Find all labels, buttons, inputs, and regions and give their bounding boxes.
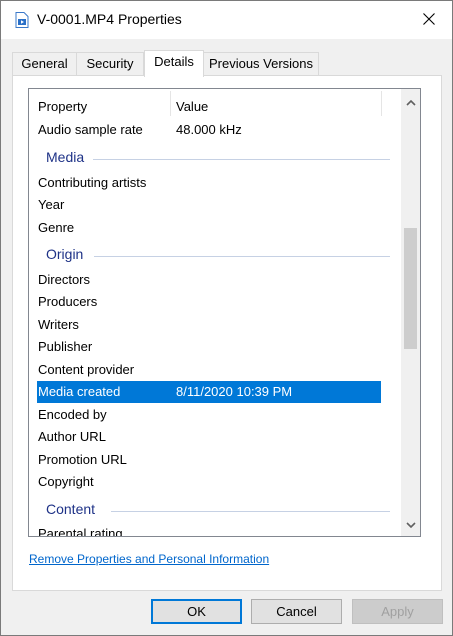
list-item[interactable]: Content provider bbox=[29, 359, 402, 381]
tab-previous-versions-label: Previous Versions bbox=[208, 56, 314, 71]
property-name: Directors bbox=[38, 272, 91, 287]
apply-button[interactable]: Apply bbox=[352, 599, 443, 624]
list-item[interactable]: Directors bbox=[29, 269, 402, 291]
chevron-down-icon bbox=[405, 516, 416, 531]
property-name: Author URL bbox=[38, 429, 106, 444]
group-header-origin[interactable]: Origin bbox=[29, 244, 402, 266]
property-name: Content provider bbox=[38, 362, 135, 377]
property-name: Contributing artists bbox=[38, 175, 147, 190]
property-name: Audio sample rate bbox=[38, 122, 143, 137]
window-title: V-0001.MP4 Properties bbox=[37, 11, 182, 27]
tab-details-label: Details bbox=[154, 54, 194, 69]
property-name: Parental rating bbox=[38, 526, 123, 536]
list-item[interactable]: Contributing artists bbox=[29, 172, 402, 194]
list-item[interactable]: Producers bbox=[29, 291, 402, 313]
group-divider bbox=[93, 159, 390, 160]
group-label: Origin bbox=[46, 246, 84, 262]
property-list-content: Property Value Audio sample rate 48.000 … bbox=[29, 89, 402, 536]
column-divider[interactable] bbox=[170, 91, 171, 116]
title-bar: V-0001.MP4 Properties bbox=[1, 1, 452, 39]
list-item[interactable]: Copyright bbox=[29, 471, 402, 493]
property-name: Genre bbox=[38, 220, 75, 235]
tab-details[interactable]: Details bbox=[144, 50, 204, 77]
group-header-content[interactable]: Content bbox=[29, 499, 402, 521]
tab-general[interactable]: General bbox=[12, 52, 77, 76]
group-divider bbox=[94, 256, 390, 257]
group-divider bbox=[111, 511, 390, 512]
properties-window: V-0001.MP4 Properties General Security D… bbox=[0, 0, 453, 636]
property-name: Year bbox=[38, 197, 65, 212]
tab-security[interactable]: Security bbox=[76, 52, 144, 76]
property-name: Copyright bbox=[38, 474, 94, 489]
ok-button[interactable]: OK bbox=[151, 599, 242, 624]
list-item[interactable]: Promotion URL bbox=[29, 449, 402, 471]
tab-previous-versions[interactable]: Previous Versions bbox=[203, 52, 319, 76]
scroll-up-button[interactable] bbox=[401, 93, 420, 110]
close-button[interactable] bbox=[406, 1, 452, 39]
property-name: Encoded by bbox=[38, 407, 107, 422]
column-header-property[interactable]: Property bbox=[38, 96, 87, 118]
property-name: Writers bbox=[38, 317, 79, 332]
group-header-media[interactable]: Media bbox=[29, 147, 402, 169]
remove-properties-link[interactable]: Remove Properties and Personal Informati… bbox=[29, 552, 269, 566]
list-item[interactable]: Parental rating bbox=[29, 523, 402, 536]
tab-security-label: Security bbox=[86, 56, 134, 71]
list-item[interactable]: Author URL bbox=[29, 426, 402, 448]
video-file-icon bbox=[15, 12, 29, 28]
list-item[interactable]: Encoded by bbox=[29, 404, 402, 426]
list-item[interactable]: Audio sample rate 48.000 kHz bbox=[29, 119, 402, 141]
property-name: Producers bbox=[38, 294, 98, 309]
property-name: Publisher bbox=[38, 339, 93, 354]
vertical-scrollbar[interactable] bbox=[401, 89, 420, 536]
property-name: Media created bbox=[38, 384, 121, 399]
close-icon bbox=[423, 12, 435, 28]
column-header: Property Value bbox=[29, 96, 402, 118]
column-divider[interactable] bbox=[381, 91, 382, 116]
scroll-thumb[interactable] bbox=[404, 228, 417, 349]
property-value: 48.000 kHz bbox=[176, 122, 242, 137]
list-item-selected[interactable]: Media created 8/11/2020 10:39 PM bbox=[37, 381, 381, 403]
list-item[interactable]: Year bbox=[29, 194, 402, 216]
group-label: Media bbox=[46, 149, 85, 165]
column-header-value[interactable]: Value bbox=[176, 96, 208, 118]
property-value: 8/11/2020 10:39 PM bbox=[176, 384, 293, 399]
tab-general-label: General bbox=[21, 56, 68, 71]
scroll-down-button[interactable] bbox=[401, 515, 420, 532]
tab-strip: General Security Details Previous Versio… bbox=[12, 50, 442, 77]
list-item[interactable]: Writers bbox=[29, 314, 402, 336]
group-label: Content bbox=[46, 501, 96, 517]
property-list[interactable]: Property Value Audio sample rate 48.000 … bbox=[28, 88, 421, 537]
property-name: Promotion URL bbox=[38, 452, 127, 467]
chevron-up-icon bbox=[405, 94, 416, 109]
cancel-button[interactable]: Cancel bbox=[251, 599, 342, 624]
list-item[interactable]: Genre bbox=[29, 217, 402, 239]
list-item[interactable]: Publisher bbox=[29, 336, 402, 358]
